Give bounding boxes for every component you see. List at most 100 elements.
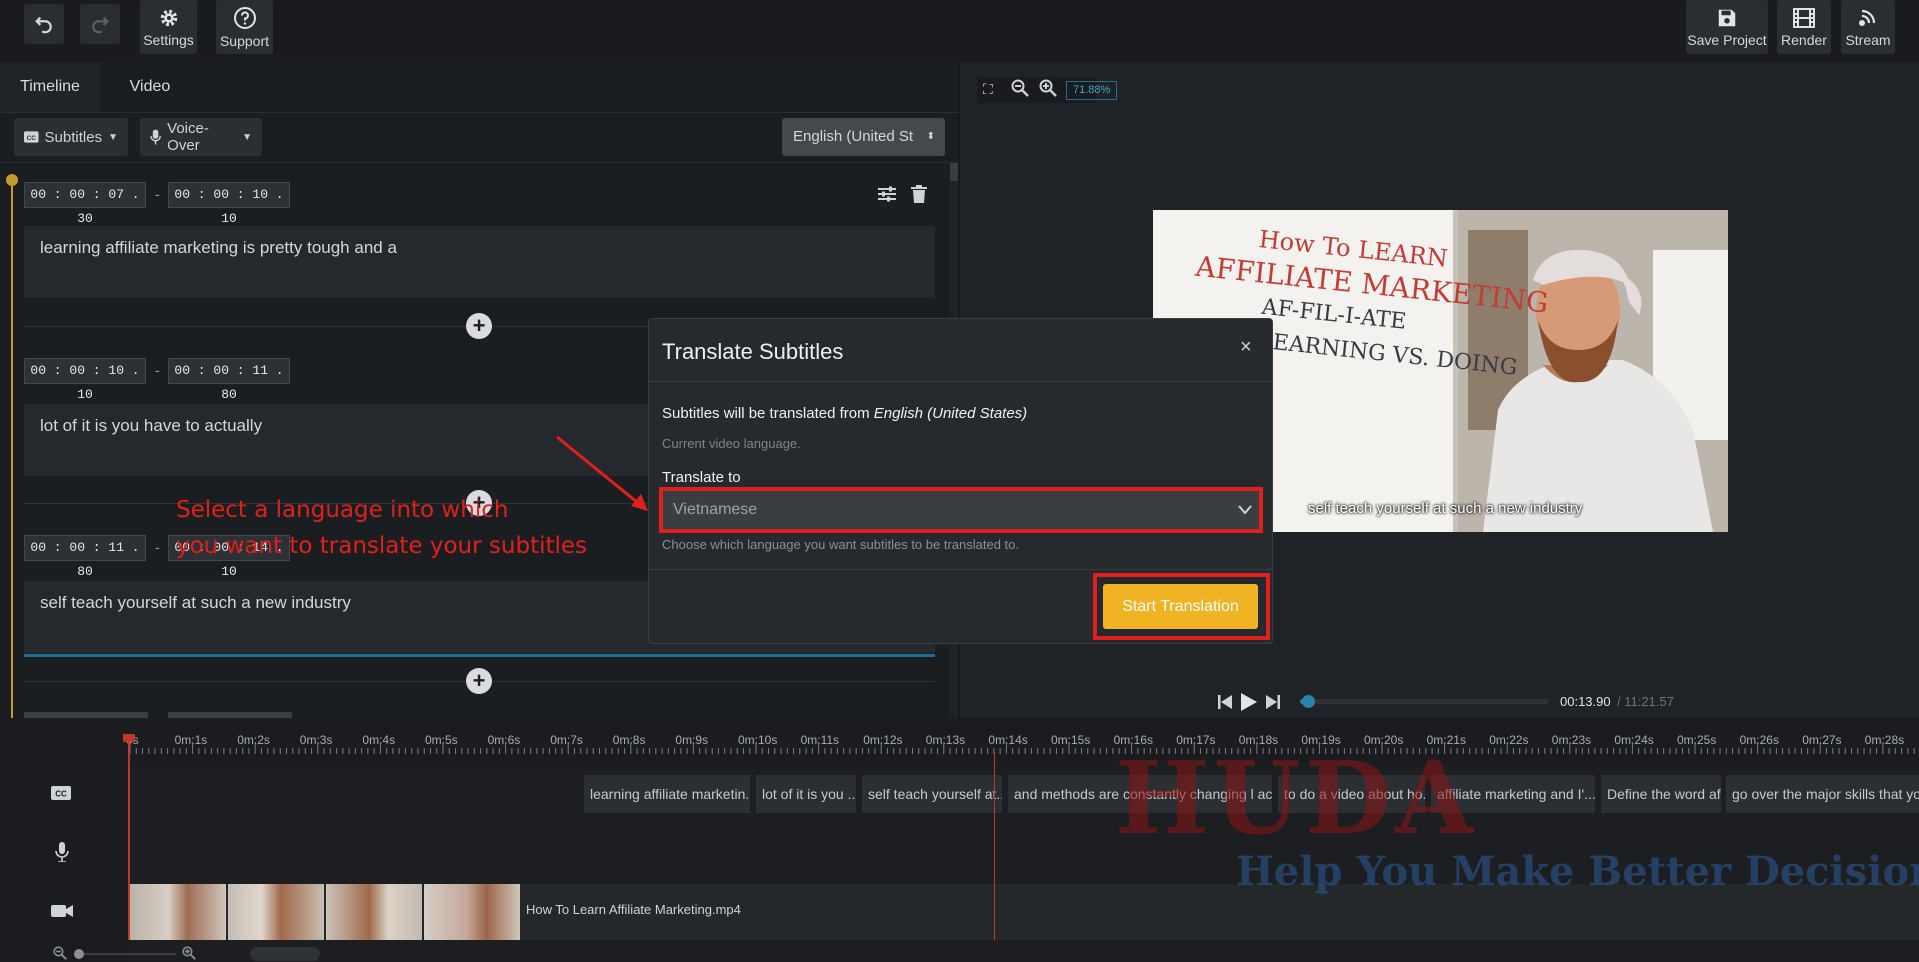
- stream-button[interactable]: Stream: [1841, 0, 1895, 54]
- target-language-value: Vietnamese: [673, 501, 758, 518]
- play-button[interactable]: [1240, 692, 1258, 712]
- subtitle-clip[interactable]: Define the word af...: [1601, 775, 1721, 813]
- timeline-zoom-in-button[interactable]: [182, 946, 196, 960]
- previous-frame-button[interactable]: [1218, 694, 1232, 710]
- add-subtitle-button[interactable]: +: [466, 668, 492, 694]
- timeline-start-marker: [128, 734, 130, 940]
- broadcast-icon: [1859, 9, 1876, 26]
- subtitle-3-start-time[interactable]: 00 : 00 : 11 . 80: [24, 535, 146, 579]
- target-language-select[interactable]: Vietnamese: [663, 491, 1259, 529]
- watermark-tagline: Help You Make Better Decisions: [1236, 848, 1919, 895]
- subtitle-1-delete-button[interactable]: [911, 185, 927, 203]
- timeline-zoom-out-button[interactable]: [53, 946, 67, 960]
- close-button[interactable]: ×: [1240, 336, 1252, 359]
- subtitle-1-text[interactable]: learning affiliate marketing is pretty t…: [24, 226, 935, 298]
- video-clip-thumbnails[interactable]: [130, 884, 520, 940]
- save-project-label: Save Project: [1687, 31, 1767, 48]
- save-project-button[interactable]: Save Project: [1686, 0, 1768, 54]
- next-frame-button[interactable]: [1266, 694, 1280, 710]
- target-language-help: Choose which language you want subtitles…: [662, 537, 1020, 552]
- video-camera-icon: [51, 905, 73, 917]
- subtitles-dropdown-label: Subtitles: [44, 128, 103, 146]
- undo-button[interactable]: [24, 4, 64, 44]
- sliders-icon: [878, 186, 896, 202]
- zoom-in-icon: [182, 946, 196, 960]
- tab-timeline[interactable]: Timeline: [0, 62, 100, 112]
- timeline-horizontal-scrollbar[interactable]: [250, 947, 320, 961]
- subtitle-1-end-time[interactable]: 00 : 00 : 10 . 10: [168, 182, 290, 226]
- top-toolbar: Settings Support Save Project Render Str…: [0, 0, 1919, 62]
- subtitle-track-header: CC: [51, 786, 71, 800]
- settings-button[interactable]: Settings: [140, 0, 197, 54]
- ruler-ticks: [129, 742, 1915, 754]
- tab-timeline-label: Timeline: [20, 78, 80, 95]
- playhead-knob[interactable]: [6, 174, 18, 186]
- annotation-line-2: you want to translate your subtitles: [176, 533, 588, 559]
- zoom-in-button[interactable]: [1039, 79, 1057, 97]
- subtitle-clip[interactable]: learning affiliate marketin...: [584, 775, 750, 813]
- render-button[interactable]: Render: [1777, 0, 1831, 54]
- chevron-down-icon: [1238, 505, 1252, 515]
- undo-icon: [35, 16, 52, 34]
- stream-label: Stream: [1845, 31, 1891, 48]
- add-subtitle-button[interactable]: +: [466, 313, 492, 339]
- subtitle-clip[interactable]: self teach yourself at...: [862, 775, 1002, 813]
- floppy-disk-icon: [1718, 9, 1736, 26]
- dialog-title: Translate Subtitles: [662, 339, 844, 364]
- skip-back-icon: [1218, 695, 1232, 709]
- time-range-dash: -: [155, 539, 160, 555]
- subtitle-clip[interactable]: lot of it is you ...: [756, 775, 856, 813]
- dialog-header-divider: [649, 381, 1272, 382]
- translate-from-prefix: Subtitles will be translated from: [662, 405, 874, 422]
- active-subtitle-indicator: [24, 654, 935, 657]
- subtitles-dropdown[interactable]: CC Subtitles ▼: [14, 118, 128, 156]
- clip-thumbnail: [424, 884, 520, 940]
- timeline-playhead[interactable]: [994, 752, 995, 940]
- translate-to-label: Translate to: [662, 469, 741, 486]
- playback-progress-handle[interactable]: [1301, 695, 1315, 708]
- timeline-zoom-handle[interactable]: [74, 949, 84, 959]
- zoom-out-button[interactable]: [1011, 79, 1029, 97]
- tab-video-label: Video: [129, 78, 171, 95]
- subtitle-1-start-time[interactable]: 00 : 00 : 07 . 30: [24, 182, 146, 226]
- redo-button[interactable]: [80, 4, 120, 44]
- total-duration: / 11:21.57: [1617, 694, 1674, 709]
- start-translation-button[interactable]: Start Translation: [1103, 584, 1258, 629]
- updown-caret-icon: ⬍: [926, 131, 935, 142]
- microphone-icon: [150, 129, 161, 145]
- scrollbar-thumb[interactable]: [950, 163, 958, 181]
- redo-icon: [92, 16, 109, 34]
- zoom-out-icon: [53, 946, 67, 960]
- voiceover-dropdown[interactable]: Voice-Over ▼: [140, 118, 262, 156]
- plus-icon: +: [472, 668, 486, 693]
- timeline-zoom-slider[interactable]: [74, 949, 176, 959]
- annotation-line-1: Select a language into which: [176, 497, 509, 523]
- svg-text:CC: CC: [27, 135, 37, 142]
- current-language-note: Current video language.: [662, 436, 801, 451]
- caret-down-icon: ▼: [108, 131, 118, 143]
- video-clip-label: How To Learn Affiliate Marketing.mp4: [526, 902, 741, 917]
- caret-down-icon: ▼: [242, 131, 252, 143]
- svg-text:CC: CC: [55, 790, 67, 799]
- playback-progress-track[interactable]: [1300, 695, 1548, 708]
- zoom-level: 71.88%: [1066, 81, 1118, 100]
- subtitle-2-end-time[interactable]: 00 : 00 : 11 . 80: [168, 358, 290, 402]
- timeline-ruler[interactable]: 0s0m:1s0m:2s0m:3s0m:4s0m:5s0m:6s0m:7s0m:…: [0, 718, 1919, 762]
- watermark-brand: HUDA: [1115, 739, 1477, 857]
- plus-icon: +: [472, 313, 486, 338]
- subtitle-language-select[interactable]: English (United St ⬍: [782, 118, 945, 156]
- support-label: Support: [219, 32, 270, 49]
- tab-video[interactable]: Video: [100, 62, 200, 112]
- voiceover-track-header: [55, 842, 69, 862]
- time-range-dash: -: [155, 186, 160, 202]
- skip-forward-icon: [1266, 695, 1280, 709]
- subtitle-clip[interactable]: go over the major skills that you...: [1726, 775, 1919, 813]
- gear-icon: [160, 9, 177, 26]
- zoom-in-icon: [1039, 79, 1057, 97]
- subtitle-2-start-time[interactable]: 00 : 00 : 10 . 10: [24, 358, 146, 402]
- support-button[interactable]: Support: [216, 0, 273, 54]
- fit-screen-button[interactable]: ⛶: [983, 81, 993, 98]
- subtitle-1-settings-button[interactable]: [878, 186, 896, 202]
- timeline-start-marker-handle[interactable]: [123, 734, 135, 742]
- translate-subtitles-dialog: Translate Subtitles × Subtitles will be …: [648, 318, 1273, 644]
